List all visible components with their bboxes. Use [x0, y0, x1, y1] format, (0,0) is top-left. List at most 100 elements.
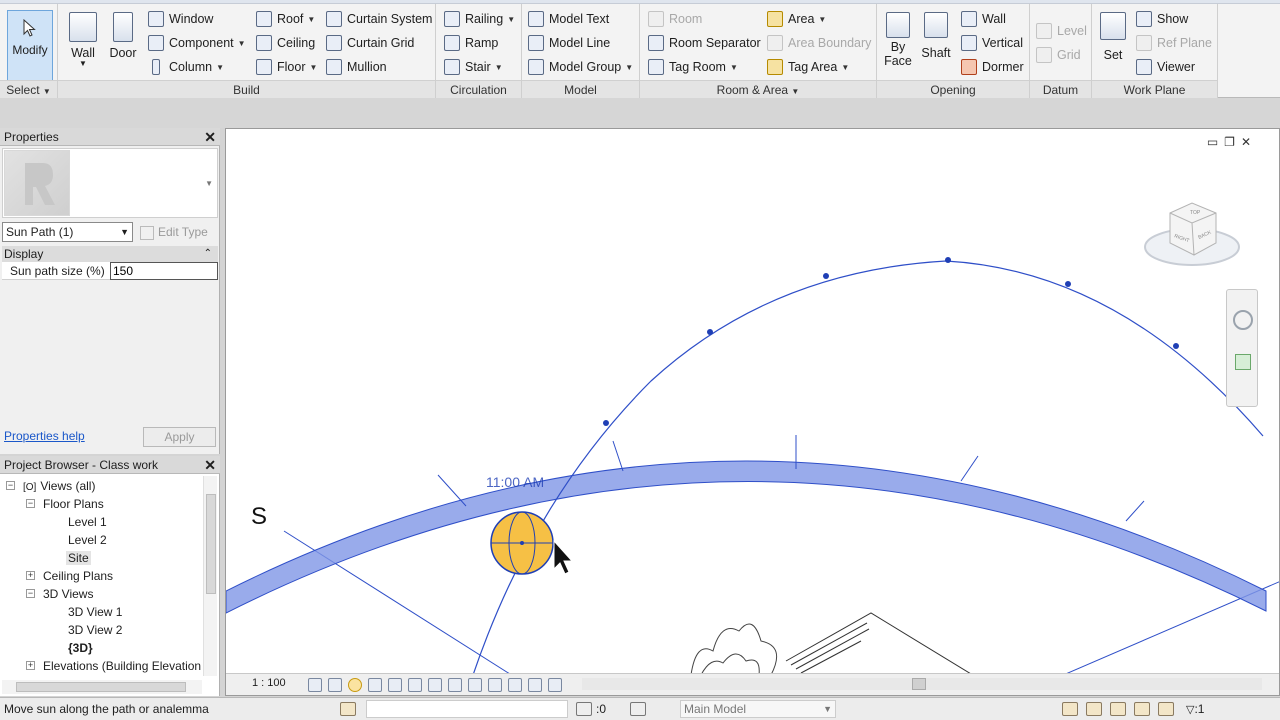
collapse-toggle-icon[interactable]: −	[26, 589, 35, 599]
area-boundary-button[interactable]: Area Boundary	[767, 32, 871, 54]
column-button[interactable]: Column ▼	[148, 56, 224, 78]
crop-view-icon[interactable]	[408, 678, 422, 692]
expand-toggle-icon[interactable]: +	[26, 571, 35, 581]
detail-level-icon[interactable]	[308, 678, 322, 692]
select-links-icon[interactable]	[1062, 702, 1078, 716]
close-icon[interactable]: ✕	[204, 128, 216, 146]
show-button[interactable]: Show	[1136, 8, 1188, 30]
level-button[interactable]: Level	[1036, 20, 1087, 42]
tree-node-3d-view-2[interactable]: 3D View 2	[68, 621, 122, 639]
view-scale[interactable]: 1 : 100	[252, 677, 286, 689]
select-underlay-icon[interactable]	[1086, 702, 1102, 716]
steering-wheel-icon[interactable]	[1233, 310, 1253, 330]
model-text-button[interactable]: Model Text	[528, 8, 609, 30]
view-cube[interactable]: TOP RIGHT BACK	[1144, 199, 1244, 279]
expand-toggle-icon[interactable]: +	[26, 661, 35, 671]
edit-type-button[interactable]: Edit Type	[140, 222, 208, 242]
dormer-button[interactable]: Dormer	[961, 56, 1024, 78]
workset-field[interactable]	[366, 700, 568, 718]
component-button[interactable]: Component ▼	[148, 32, 246, 54]
modify-button[interactable]: Modify	[7, 10, 53, 83]
design-options-icon[interactable]	[630, 702, 646, 716]
view-window-controls[interactable]: ▭❐✕	[1207, 135, 1257, 149]
roof-button[interactable]: Roof ▼	[256, 8, 315, 30]
drawing-viewport[interactable]: S 11:00 AM ▭❐✕ TOP RIGHT BACK 1 : 100	[225, 128, 1280, 696]
railing-button[interactable]: Railing ▼	[444, 8, 515, 30]
worksets-icon[interactable]	[340, 702, 356, 716]
tree-node-level-2[interactable]: Level 2	[68, 531, 107, 549]
show-crop-icon[interactable]	[428, 678, 442, 692]
tree-node-floor-plans[interactable]: − Floor Plans	[26, 495, 104, 513]
drag-elements-icon[interactable]	[1158, 702, 1174, 716]
collapse-toggle-icon[interactable]: −	[26, 499, 35, 509]
select-panel-label[interactable]: Select ▼	[0, 80, 57, 98]
selection-filter-count[interactable]: ▽:1	[1186, 702, 1204, 716]
wall-button[interactable]: Wall ▼	[66, 8, 100, 68]
select-by-face-icon[interactable]	[1134, 702, 1150, 716]
room-area-panel-label[interactable]: Room & Area ▼	[640, 80, 876, 98]
apply-button[interactable]: Apply	[143, 427, 216, 447]
by-face-button[interactable]: By Face	[883, 8, 913, 68]
opening-wall-button[interactable]: Wall	[961, 8, 1006, 30]
scroll-thumb[interactable]	[16, 682, 186, 692]
room-button[interactable]: Room	[648, 8, 702, 30]
visual-style-icon[interactable]	[328, 678, 342, 692]
zoom-icon[interactable]	[1235, 354, 1251, 370]
mullion-button[interactable]: Mullion	[326, 56, 387, 78]
chevron-down-icon[interactable]: ▼	[205, 179, 213, 188]
curtain-grid-button[interactable]: Curtain Grid	[326, 32, 414, 54]
grid-button[interactable]: Grid	[1036, 44, 1081, 66]
minimize-icon[interactable]: ▭	[1207, 135, 1224, 149]
ramp-button[interactable]: Ramp	[444, 32, 498, 54]
shaft-button[interactable]: Shaft	[919, 8, 953, 60]
viewport-horizontal-scrollbar[interactable]	[582, 678, 1262, 690]
constraints-icon[interactable]	[548, 678, 562, 692]
display-group-header[interactable]: Display ⌃	[2, 246, 218, 262]
stair-button[interactable]: Stair ▼	[444, 56, 503, 78]
design-option-select[interactable]: Main Model ▼	[680, 700, 836, 718]
room-separator-button[interactable]: Room Separator	[648, 32, 761, 54]
temporary-properties-icon[interactable]	[508, 678, 522, 692]
lock-view-icon[interactable]	[448, 678, 462, 692]
scroll-thumb[interactable]	[912, 678, 926, 690]
ceiling-button[interactable]: Ceiling	[256, 32, 315, 54]
sun-path-toggle-icon[interactable]	[348, 678, 362, 692]
tag-area-button[interactable]: Tag Area ▼	[767, 56, 849, 78]
render-icon[interactable]	[388, 678, 402, 692]
browser-horizontal-scrollbar[interactable]	[2, 680, 202, 694]
tag-room-button[interactable]: Tag Room ▼	[648, 56, 738, 78]
tree-node-ceiling-plans[interactable]: + Ceiling Plans	[26, 567, 113, 585]
sun-path-band[interactable]	[226, 460, 1267, 614]
model-line-button[interactable]: Model Line	[528, 32, 610, 54]
sun-icon[interactable]	[490, 511, 554, 575]
close-icon[interactable]: ✕	[1241, 135, 1257, 149]
browser-vertical-scrollbar[interactable]	[203, 476, 217, 676]
shadows-icon[interactable]	[368, 678, 382, 692]
scroll-thumb[interactable]	[206, 494, 216, 594]
properties-help-link[interactable]: Properties help	[4, 429, 85, 443]
door-button[interactable]: Door	[106, 8, 140, 60]
tree-node-site[interactable]: Site	[66, 549, 91, 567]
tree-node-level-1[interactable]: Level 1	[68, 513, 107, 531]
tree-node-3d-view-1[interactable]: 3D View 1	[68, 603, 122, 621]
tree-node-elevations[interactable]: + Elevations (Building Elevation	[26, 657, 201, 675]
restore-icon[interactable]: ❐	[1224, 135, 1241, 149]
set-button[interactable]: Set	[1098, 8, 1128, 62]
model-group-button[interactable]: Model Group ▼	[528, 56, 633, 78]
editable-icon[interactable]	[576, 702, 592, 716]
hide-isolate-icon[interactable]	[468, 678, 482, 692]
ref-plane-button[interactable]: Ref Plane	[1136, 32, 1212, 54]
tree-node-views-all[interactable]: − [O] Views (all)	[6, 477, 95, 495]
viewer-button[interactable]: Viewer	[1136, 56, 1195, 78]
type-selector[interactable]: Sun Path (1) ▼	[2, 222, 133, 242]
select-pinned-icon[interactable]	[1110, 702, 1126, 716]
window-button[interactable]: Window	[148, 8, 213, 30]
vertical-button[interactable]: Vertical	[961, 32, 1023, 54]
analytical-model-icon[interactable]	[528, 678, 542, 692]
collapse-toggle-icon[interactable]: −	[6, 481, 15, 491]
area-button[interactable]: Area ▼	[767, 8, 826, 30]
sun-path-size-input[interactable]	[110, 262, 218, 280]
reveal-hidden-icon[interactable]	[488, 678, 502, 692]
curtain-system-button[interactable]: Curtain System	[326, 8, 432, 30]
tree-node-3d-default[interactable]: {3D}	[68, 639, 93, 657]
